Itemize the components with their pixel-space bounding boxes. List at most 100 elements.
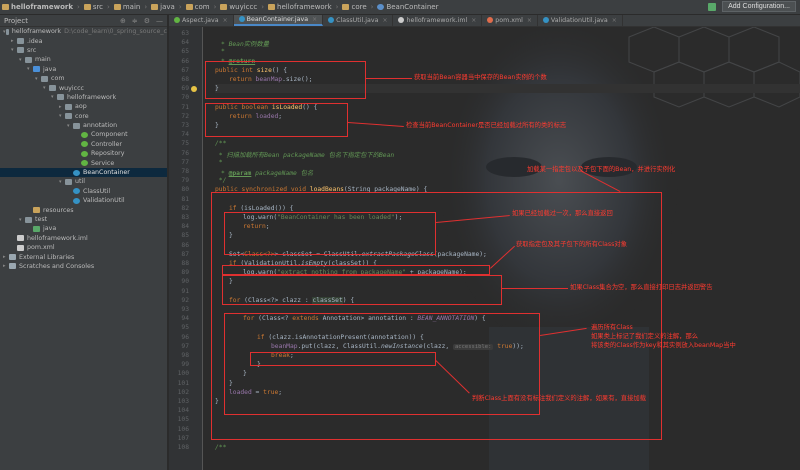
code-line: } (257, 361, 261, 368)
code-line: /** (215, 444, 226, 451)
editor-tab[interactable]: helloframework.iml × (393, 15, 483, 26)
tree-item[interactable]: helloframework.iml (0, 234, 167, 243)
tree-item-label: helloframework (11, 28, 62, 36)
code-token: @param (228, 170, 252, 177)
code-token: classSet (312, 296, 343, 304)
tree-item-label: Component (91, 131, 128, 139)
code-token: loadBeans (309, 186, 344, 194)
locate-file-icon[interactable]: ⊕ (120, 17, 126, 25)
close-tab-icon[interactable]: × (312, 16, 317, 23)
editor-tab[interactable]: ValidationUtil.java × (538, 15, 623, 26)
breadcrumb-item[interactable]: wuyiccc › (220, 3, 264, 11)
tree-item-path: D:\code_learn\0_spring_source_c (64, 28, 167, 36)
code-token: true (493, 342, 513, 350)
code-token: } (243, 370, 247, 378)
tree-item[interactable]: pom.xml (0, 243, 167, 252)
line-number-gutter[interactable]: 63 64 65 66 67 68 69 70 71 72 73 74 75 76 77 78 79 80 81 82… (169, 27, 203, 470)
tree-item[interactable]: Repository (0, 149, 167, 158)
code-token: @return (228, 57, 256, 65)
tree-item[interactable]: ▾ com (0, 74, 167, 83)
tree-item[interactable]: ValidationUtil (0, 196, 167, 205)
code-line: */ (215, 177, 227, 184)
tree-item[interactable]: ▾ helloframework D:\code_learn\0_spring_so… (0, 27, 167, 36)
editor-tab[interactable]: pom.xml × (482, 15, 538, 26)
breadcrumb-item[interactable]: BeanContainer (377, 3, 439, 11)
close-tab-icon[interactable]: × (223, 17, 228, 24)
code-token: (ValidationUtil. (240, 260, 302, 267)
tree-item[interactable]: Component (0, 130, 167, 139)
line-number: 73 (181, 122, 189, 129)
breadcrumb-item[interactable]: helloframework › (268, 3, 338, 11)
close-tab-icon[interactable]: × (527, 17, 532, 24)
hide-panel-icon[interactable]: — (156, 17, 163, 25)
java-class-icon (73, 188, 80, 195)
editor-tab-bar: Aspect.java × BeanContainer.java × ClassUtil… (169, 15, 800, 27)
tree-item[interactable]: ▸ External Libraries (0, 252, 167, 261)
line-number: 65 (181, 48, 189, 56)
folder-icon (65, 103, 72, 110)
run-toolbar: Add Configuration... (708, 1, 796, 12)
breadcrumb-separator-icon: › (107, 3, 110, 11)
tree-item[interactable]: Service (0, 158, 167, 167)
tree-item[interactable]: ▸ aop (0, 102, 167, 111)
line-number: 75 (181, 140, 189, 148)
breadcrumb-label: BeanContainer (386, 3, 439, 11)
breadcrumb-item[interactable]: core › (342, 3, 373, 11)
tree-item[interactable]: BeanContainer (0, 167, 167, 178)
file-type-icon (398, 17, 405, 23)
add-configuration-button[interactable]: Add Configuration... (722, 1, 796, 12)
breadcrumb-item[interactable]: main › (113, 3, 147, 11)
test-folder-icon (33, 225, 40, 232)
tree-item[interactable]: ClassUtil (0, 187, 167, 196)
code-area[interactable]: * Bean实例数量 * * @return public int size() {r… (215, 27, 800, 470)
editor-tab[interactable]: ClassUtil.java × (323, 15, 394, 26)
tree-item[interactable]: ▾ helloframework (0, 93, 167, 102)
project-panel-title[interactable]: Project (4, 17, 28, 25)
annotation-icon (81, 141, 88, 148)
file-type-icon (487, 17, 494, 23)
breadcrumb-item[interactable]: com › (185, 3, 216, 11)
tree-item-label: External Libraries (19, 253, 75, 261)
tree-item[interactable]: ▸ .idea (0, 36, 167, 45)
source-folder-icon (33, 66, 40, 73)
intention-lightbulb-icon[interactable] (191, 86, 197, 93)
tree-item[interactable]: Controller (0, 140, 167, 149)
folder-icon (25, 216, 32, 223)
close-tab-icon[interactable]: × (471, 17, 476, 24)
breadcrumb-item[interactable]: helloframework › (2, 3, 80, 11)
collapse-all-icon[interactable]: ≑ (132, 17, 138, 25)
settings-gear-icon[interactable]: ⚙ (144, 17, 150, 25)
java-class-icon (73, 197, 80, 204)
tree-item[interactable]: ▾ test (0, 215, 167, 224)
build-hammer-icon[interactable] (708, 2, 717, 11)
code-token: } (229, 232, 233, 240)
code-token: = (251, 388, 264, 396)
code-token: /** (215, 140, 227, 148)
code-token: if (229, 204, 241, 212)
close-tab-icon[interactable]: × (382, 17, 387, 24)
breadcrumb-item[interactable]: src › (83, 3, 110, 11)
editor-tab[interactable]: BeanContainer.java × (233, 15, 324, 26)
breadcrumb-item[interactable]: java › (151, 3, 182, 11)
tree-item[interactable]: ▾ core (0, 112, 167, 121)
close-tab-icon[interactable]: × (612, 17, 617, 24)
tree-item[interactable]: ▾ src (0, 46, 167, 55)
tree-item[interactable]: ▸ Scratches and Consoles (0, 262, 167, 271)
folder-icon (25, 56, 32, 63)
code-token: (classSet)) { (327, 260, 377, 267)
tree-item[interactable]: ▾ main (0, 55, 167, 64)
class-icon (377, 4, 385, 10)
line-number: 70 (181, 94, 189, 102)
line-number: 88 (181, 260, 189, 267)
editor-tab[interactable]: Aspect.java × (169, 15, 234, 26)
folder-icon (113, 4, 121, 10)
tree-item[interactable]: ▾ util (0, 177, 167, 186)
tree-item[interactable]: ▾ annotation (0, 121, 167, 130)
code-token: (clazz.isAnnotationPresent(annotation)) … (268, 333, 424, 341)
tree-item[interactable]: ▾ java (0, 65, 167, 74)
tree-item[interactable]: ▾ wuyiccc (0, 83, 167, 92)
code-line: beanMap.put(clazz, ClassUtil.newInstance… (271, 343, 524, 350)
tree-item[interactable]: java (0, 224, 167, 233)
tree-item[interactable]: resources (0, 205, 167, 214)
tree-item-label: .idea (27, 37, 43, 45)
